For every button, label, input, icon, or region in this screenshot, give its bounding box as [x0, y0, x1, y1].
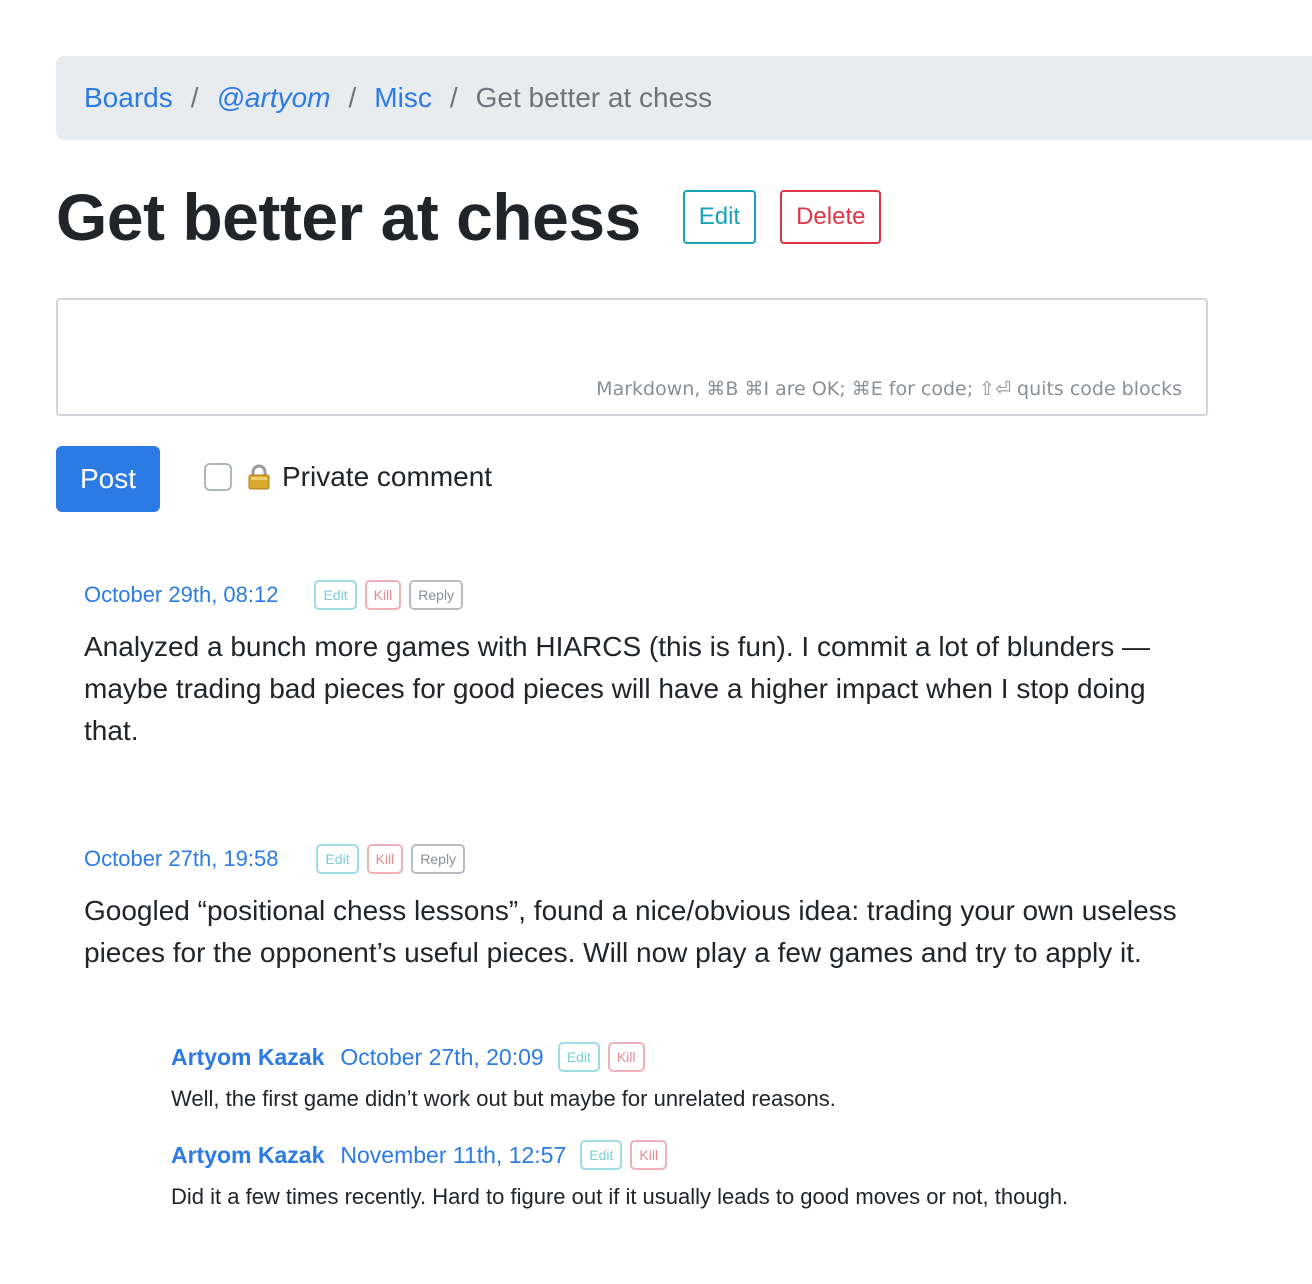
breadcrumb-separator: / [190, 82, 199, 113]
post-row: Post Private comment [56, 446, 492, 512]
entry-text: Googled “positional chess lessons”, foun… [84, 895, 1177, 968]
breadcrumb-separator: / [449, 82, 458, 113]
entry-kill-button[interactable]: Kill [366, 844, 404, 874]
entry-edit-button[interactable]: Edit [314, 580, 357, 610]
reply-date-link[interactable]: November 11th, 12:57 [340, 1142, 566, 1169]
delete-thread-button[interactable]: Delete [780, 190, 882, 244]
reply: Artyom Kazak November 11th, 12:57 Edit K… [171, 1140, 1271, 1210]
entry-meta: October 29th, 08:12 Edit Kill Reply [84, 580, 1184, 610]
reply-meta: Artyom Kazak October 27th, 20:09 Edit Ki… [171, 1042, 1271, 1072]
page-title: Get better at chess [56, 180, 641, 254]
reply-date-link[interactable]: October 27th, 20:09 [340, 1044, 543, 1071]
entry: October 27th, 19:58 Edit Kill Reply Goog… [84, 844, 1184, 974]
reply-author-link[interactable]: Artyom Kazak [171, 1142, 324, 1169]
reply-author-link[interactable]: Artyom Kazak [171, 1044, 324, 1071]
entry-meta: October 27th, 19:58 Edit Kill Reply [84, 844, 1184, 874]
breadcrumb-current: Get better at chess [475, 82, 713, 113]
breadcrumb-board-link[interactable]: Misc [374, 82, 432, 114]
reply-edit-button[interactable]: Edit [580, 1140, 623, 1170]
reply-kill-button[interactable]: Kill [630, 1140, 668, 1170]
breadcrumb-boards-link[interactable]: Boards [84, 82, 173, 114]
breadcrumb-separator: / [348, 82, 357, 113]
reply-kill-button[interactable]: Kill [607, 1042, 645, 1072]
entry: October 29th, 08:12 Edit Kill Reply Anal… [84, 580, 1184, 752]
lock-icon [248, 464, 270, 490]
entry-kill-button[interactable]: Kill [364, 580, 402, 610]
reply-edit-button[interactable]: Edit [557, 1042, 600, 1072]
reply-text: Did it a few times recently. Hard to fig… [171, 1184, 1069, 1209]
entry-date-link[interactable]: October 29th, 08:12 [84, 582, 278, 608]
breadcrumb: Boards / @artyom / Misc / Get better at … [56, 56, 1312, 140]
private-comment-checkbox[interactable] [204, 463, 232, 491]
comment-editor[interactable]: Markdown, ⌘B ⌘I are OK; ⌘E for code; ⇧⏎ … [56, 298, 1208, 416]
reply: Artyom Kazak October 27th, 20:09 Edit Ki… [171, 1042, 1271, 1112]
breadcrumb-user-link[interactable]: @artyom [217, 82, 331, 114]
title-row: Get better at chess Edit Delete [56, 178, 882, 256]
entry-text: Analyzed a bunch more games with HIARCS … [84, 631, 1150, 746]
post-button[interactable]: Post [56, 446, 160, 512]
editor-hint: Markdown, ⌘B ⌘I are OK; ⌘E for code; ⇧⏎ … [596, 378, 1182, 400]
reply-text: Well, the first game didn’t work out but… [171, 1086, 836, 1111]
entry-reply-button[interactable]: Reply [411, 844, 466, 874]
entry-edit-button[interactable]: Edit [316, 844, 359, 874]
entry-date-link[interactable]: October 27th, 19:58 [84, 846, 278, 872]
reply-meta: Artyom Kazak November 11th, 12:57 Edit K… [171, 1140, 1271, 1170]
edit-thread-button[interactable]: Edit [682, 190, 757, 244]
private-comment-label[interactable]: Private comment [282, 461, 492, 493]
entry-reply-button[interactable]: Reply [409, 580, 464, 610]
